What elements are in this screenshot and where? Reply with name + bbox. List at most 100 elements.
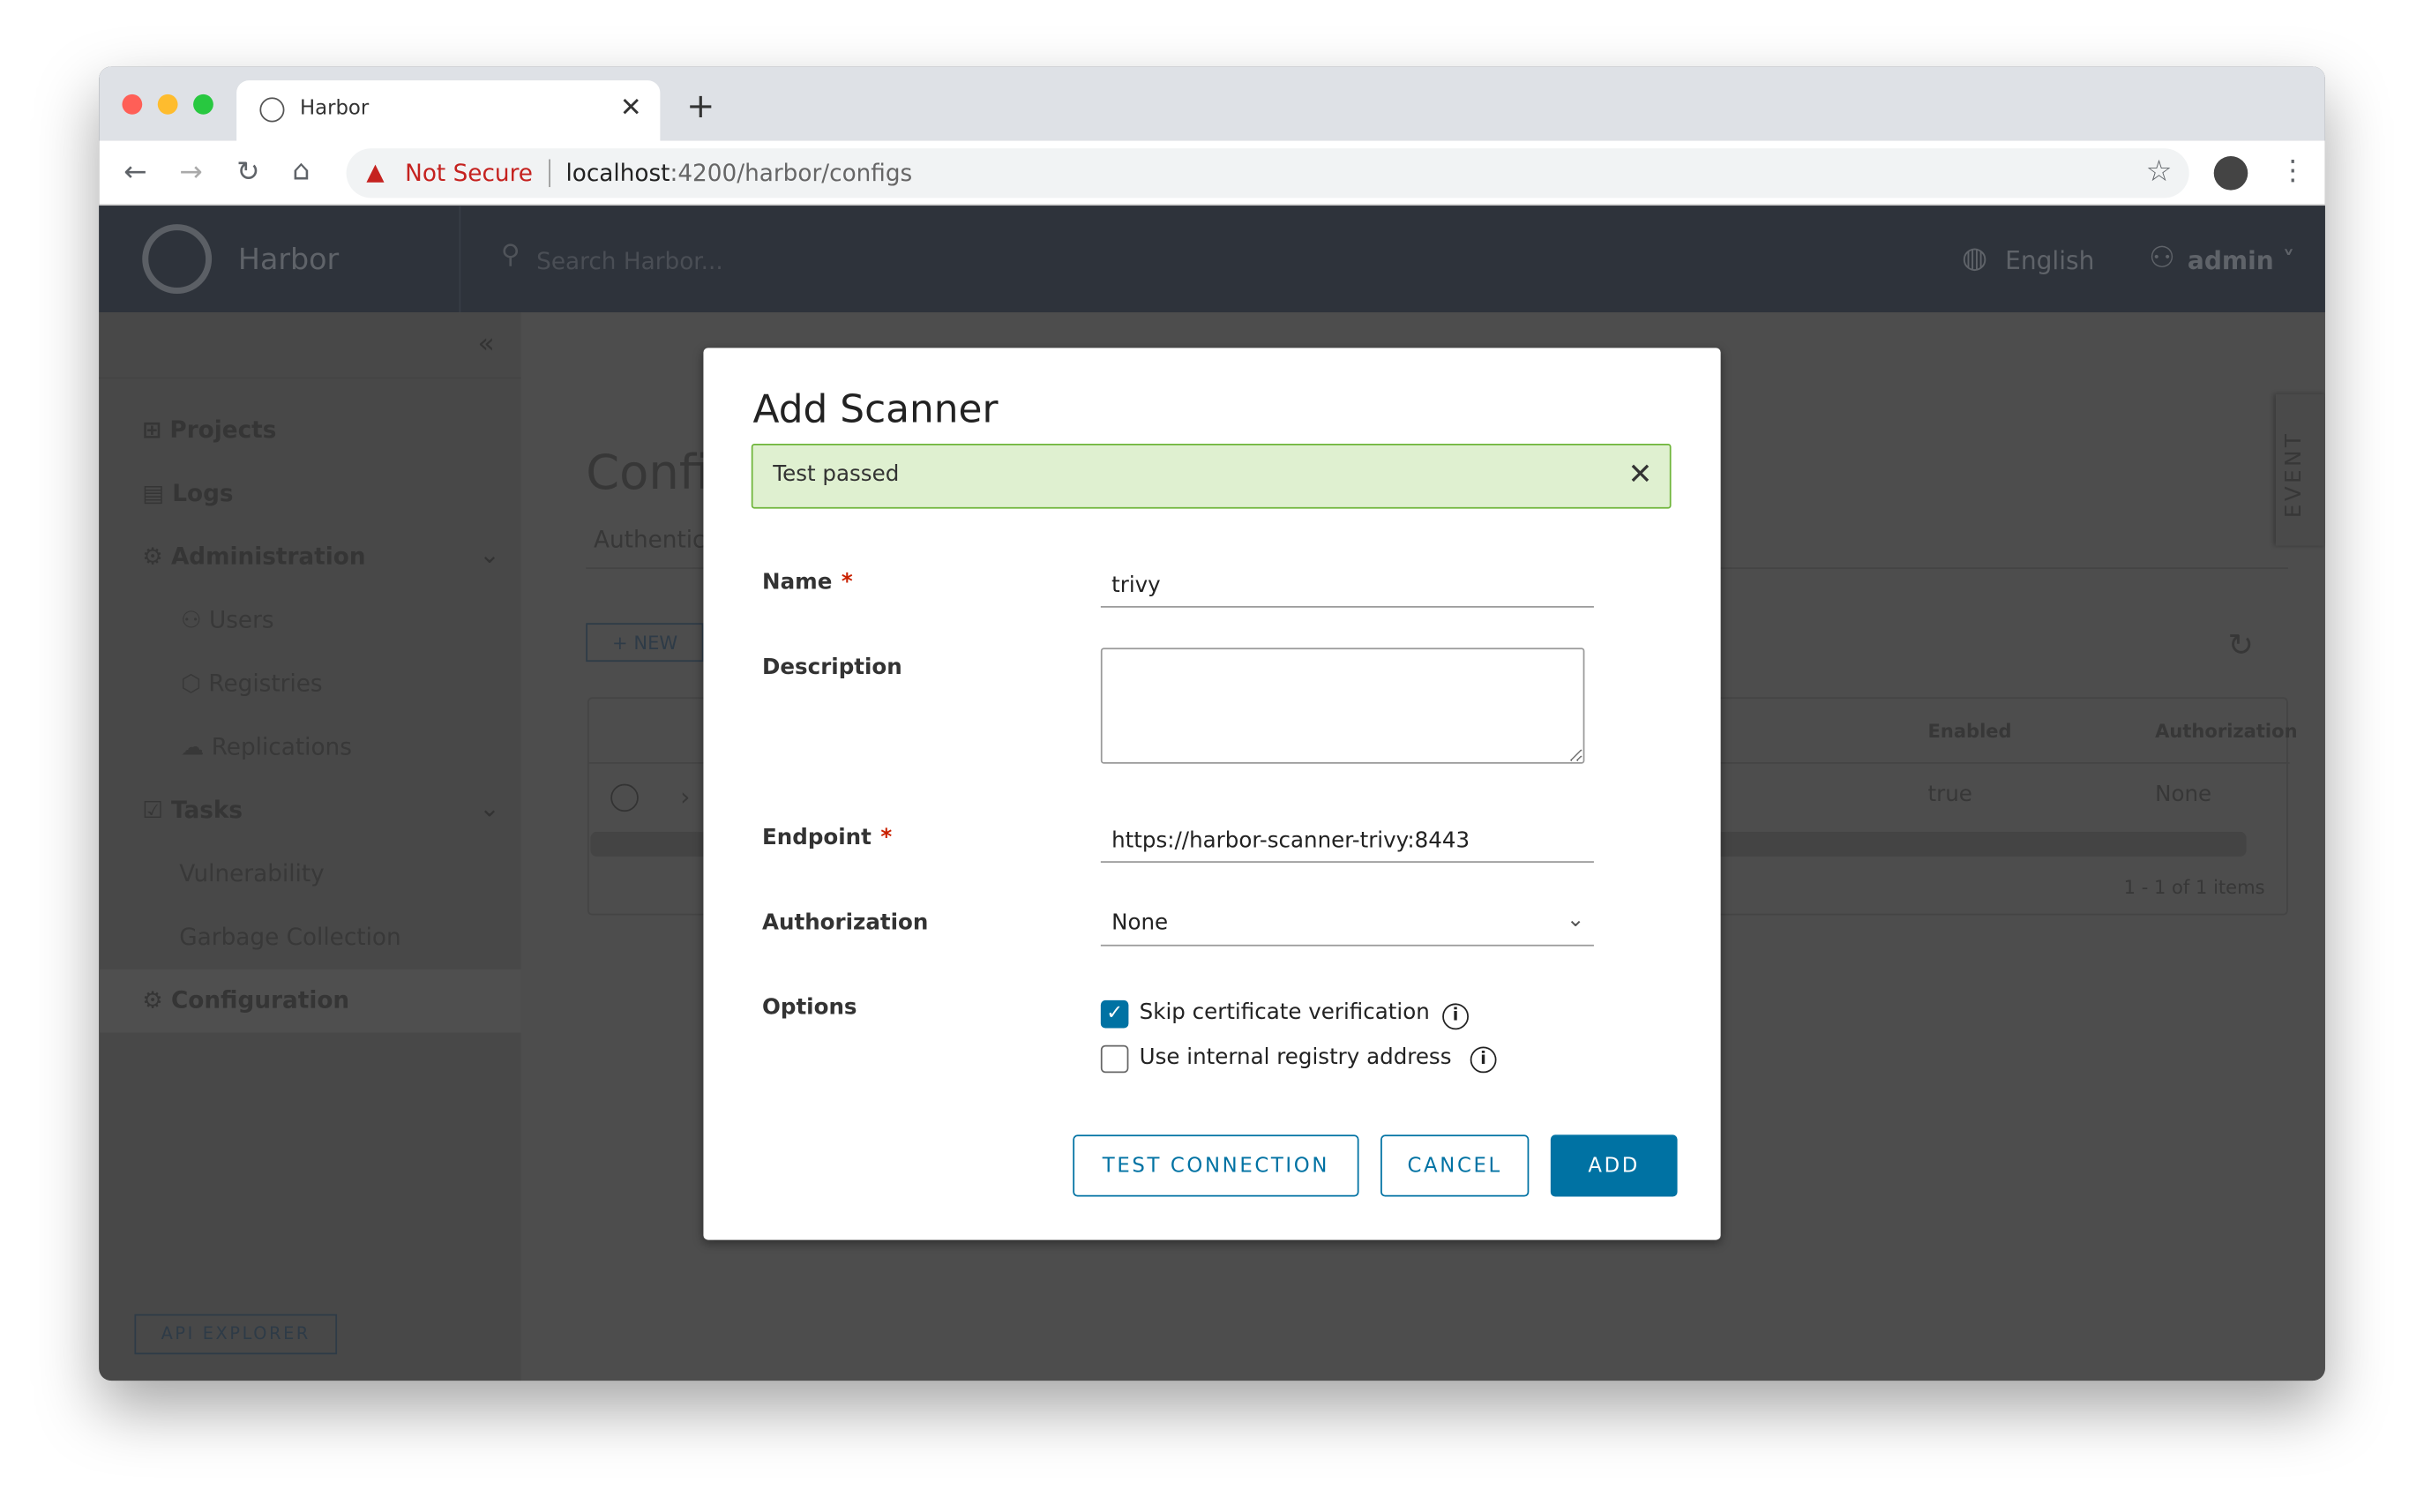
internal-registry-checkbox[interactable]: [1100, 1044, 1129, 1074]
cancel-button[interactable]: CANCEL: [1380, 1134, 1530, 1197]
bookmark-star-icon[interactable]: ☆: [2146, 157, 2173, 186]
tab-title: Harbor: [300, 97, 370, 121]
tab-authentication[interactable]: Authentic: [594, 526, 706, 554]
sidebar-item-administration[interactable]: ⚙ Administration: [142, 543, 365, 571]
dialog-title: Add Scanner: [752, 386, 999, 431]
sidebar: « ⊞ Projects ▤ Logs ⚙ Administration ⌄ ⚇…: [99, 312, 521, 1381]
label: Logs: [172, 479, 234, 507]
url-host: localhost: [565, 159, 670, 188]
add-scanner-dialog: Add Scanner Test passed ✕ Name* Descript…: [703, 348, 1721, 1240]
label: Registries: [208, 669, 323, 698]
sidebar-item-configuration[interactable]: ⚙ Configuration: [99, 969, 521, 1033]
label: Users: [208, 606, 274, 634]
sidebar-item-registries[interactable]: ⬡ Registries: [181, 670, 323, 698]
cell-enabled: true: [1927, 782, 1972, 807]
harbor-favicon-icon: [259, 97, 285, 123]
sidebar-item-logs[interactable]: ▤ Logs: [142, 479, 233, 507]
alert-text: Test passed: [773, 462, 900, 488]
label: Replications: [211, 732, 352, 761]
column-header-authorization[interactable]: Authorization: [2155, 721, 2297, 743]
warning-icon: ▲: [366, 157, 385, 186]
authorization-label: Authorization: [762, 910, 929, 936]
home-icon[interactable]: ⌂: [292, 157, 310, 186]
address-bar[interactable]: ▲ Not Secure localhost:4200/harbor/confi…: [346, 148, 2189, 198]
pagination-text: 1 - 1 of 1 items: [2123, 876, 2265, 899]
page-title: Confi: [586, 445, 710, 501]
label: Tasks: [170, 796, 243, 825]
user-icon: ⚇: [2149, 241, 2175, 275]
skip-cert-checkbox[interactable]: ✓: [1100, 999, 1129, 1029]
harbor-logo-icon: [142, 224, 213, 294]
divider: [549, 159, 550, 188]
app-header: Harbor ⚲ Search Harbor... ◍ English ⚇ ad…: [99, 206, 2325, 313]
search-icon: ⚲: [500, 239, 520, 271]
label: Configuration: [170, 986, 350, 1014]
api-explorer-button[interactable]: API EXPLORER: [134, 1314, 338, 1355]
chevron-down-icon: ⌄: [1566, 907, 1585, 932]
minimize-window-button[interactable]: [157, 94, 178, 115]
endpoint-label: Endpoint *: [762, 825, 893, 850]
new-tab-icon[interactable]: +: [686, 88, 714, 127]
column-header-enabled[interactable]: Enabled: [1927, 721, 2011, 743]
name-label: Name *: [762, 570, 853, 595]
tab-bar: Harbor ✕ +: [99, 66, 2325, 141]
close-window-button[interactable]: [122, 94, 143, 115]
info-icon[interactable]: i: [1470, 1046, 1497, 1074]
close-tab-icon[interactable]: ✕: [620, 93, 642, 124]
chevron-down-icon[interactable]: ⌄: [479, 793, 499, 822]
internal-registry-label[interactable]: Use internal registry address: [1140, 1045, 1452, 1070]
row-radio[interactable]: [610, 783, 639, 812]
success-alert: Test passed ✕: [751, 443, 1672, 509]
name-input[interactable]: [1100, 564, 1594, 608]
skip-cert-label[interactable]: Skip certificate verification: [1140, 1000, 1430, 1025]
sidebar-item-vulnerability[interactable]: Vulnerability: [179, 859, 324, 887]
sidebar-item-replications[interactable]: ☁ Replications: [181, 733, 352, 761]
forward-icon[interactable]: →: [179, 159, 202, 188]
authorization-select[interactable]: None ⌄: [1100, 903, 1594, 947]
browser-tab[interactable]: Harbor ✕: [236, 80, 661, 141]
sidebar-item-garbage-collection[interactable]: Garbage Collection: [179, 923, 400, 951]
profile-avatar[interactable]: [2213, 156, 2248, 191]
options-label: Options: [762, 995, 857, 1021]
cell-authorization: None: [2155, 782, 2212, 807]
label: NEW: [633, 632, 678, 655]
brand-name[interactable]: Harbor: [238, 243, 339, 277]
new-scanner-button[interactable]: + NEW: [586, 623, 704, 662]
event-tab[interactable]: EVENT: [2275, 393, 2325, 546]
selected-value: None: [1111, 910, 1169, 936]
collapse-sidebar-icon[interactable]: «: [478, 328, 495, 361]
description-textarea[interactable]: [1100, 647, 1585, 764]
user-menu[interactable]: admin ˅: [2188, 246, 2295, 275]
search-input[interactable]: Search Harbor...: [536, 247, 723, 275]
add-button[interactable]: ADD: [1550, 1134, 1678, 1197]
label: Projects: [169, 415, 277, 444]
label: Administration: [170, 543, 366, 571]
maximize-window-button[interactable]: [193, 94, 213, 115]
url-path: :4200/harbor/configs: [670, 159, 913, 188]
sidebar-item-tasks[interactable]: ☑ Tasks: [142, 797, 243, 825]
address-toolbar: ← → ↻ ⌂ ▲ Not Secure localhost:4200/harb…: [99, 140, 2325, 206]
info-icon[interactable]: i: [1442, 1003, 1469, 1030]
chevron-down-icon[interactable]: ⌄: [479, 540, 499, 569]
menu-icon[interactable]: ⋮: [2278, 157, 2307, 186]
endpoint-input[interactable]: [1100, 819, 1594, 863]
sidebar-item-projects[interactable]: ⊞ Projects: [142, 415, 276, 444]
sidebar-item-users[interactable]: ⚇ Users: [181, 606, 274, 634]
close-alert-icon[interactable]: ✕: [1627, 458, 1652, 492]
configuration-label: ⚙ Configuration: [142, 986, 350, 1014]
globe-icon: ◍: [1962, 241, 1988, 275]
label: Endpoint: [762, 825, 872, 850]
expand-row-icon[interactable]: ›: [680, 782, 690, 812]
description-label: Description: [762, 655, 902, 681]
divider: [459, 206, 461, 313]
reload-icon[interactable]: ↻: [236, 159, 259, 188]
label: Name: [762, 570, 833, 595]
url: localhost:4200/harbor/configs: [565, 160, 912, 188]
test-connection-button[interactable]: TEST CONNECTION: [1073, 1134, 1359, 1197]
not-secure-label: Not Secure: [405, 159, 533, 188]
event-label: EVENT: [2281, 430, 2307, 519]
refresh-icon[interactable]: ↻: [2227, 626, 2253, 663]
back-icon[interactable]: ←: [123, 159, 146, 188]
user-name: admin: [2187, 245, 2274, 275]
language-selector[interactable]: English: [2005, 246, 2094, 275]
